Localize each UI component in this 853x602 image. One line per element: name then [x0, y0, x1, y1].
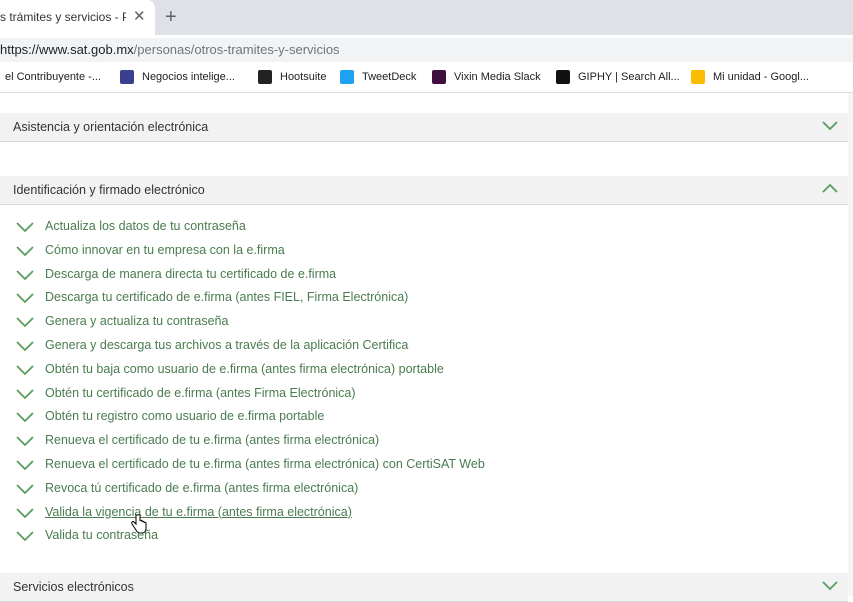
- bookmarks-bar: el Contribuyente -... Negocios intelige..…: [0, 64, 853, 93]
- list-item[interactable]: Actualiza los datos de tu contraseña: [0, 216, 848, 238]
- bookmark-item[interactable]: el Contribuyente -...: [5, 71, 101, 83]
- service-link[interactable]: Renueva el certificado de tu e.firma (an…: [45, 433, 379, 447]
- service-link[interactable]: Obtén tu registro como usuario de e.firm…: [45, 409, 324, 423]
- bookmark-item[interactable]: Mi unidad - Googl...: [713, 71, 809, 83]
- chevron-up-icon[interactable]: [820, 180, 840, 198]
- section-title: Asistencia y orientación electrónica: [13, 120, 209, 134]
- negocios-icon: [120, 70, 134, 84]
- list-item[interactable]: Obtén tu registro como usuario de e.firm…: [0, 406, 848, 428]
- bookmark-item[interactable]: TweetDeck: [362, 71, 416, 83]
- chevron-down-icon: [16, 246, 34, 257]
- list-item[interactable]: Cómo innovar en tu empresa con la e.firm…: [0, 240, 848, 262]
- list-item[interactable]: Valida tu contraseña: [0, 525, 848, 547]
- browser-toolbar: https://www.sat.gob.mx/personas/otros-tr…: [0, 35, 853, 64]
- service-link[interactable]: Cómo innovar en tu empresa con la e.firm…: [45, 243, 285, 257]
- list-item[interactable]: Genera y actualiza tu contraseña: [0, 311, 848, 333]
- chevron-down-icon: [16, 460, 34, 471]
- list-item[interactable]: Obtén tu baja como usuario de e.firma (a…: [0, 359, 848, 381]
- hootsuite-icon: [258, 70, 272, 84]
- chevron-down-icon[interactable]: [820, 117, 840, 135]
- service-link[interactable]: Actualiza los datos de tu contraseña: [45, 219, 246, 233]
- service-link[interactable]: Descarga de manera directa tu certificad…: [45, 267, 336, 281]
- bookmark-item[interactable]: GIPHY | Search All...: [578, 71, 680, 83]
- hand-cursor-icon: [131, 514, 147, 534]
- chevron-down-icon: [16, 293, 34, 304]
- new-tab-icon[interactable]: +: [165, 6, 177, 28]
- browser-tab[interactable]: s trámites y servicios - Po ✕: [0, 0, 155, 35]
- chevron-down-icon: [16, 412, 34, 423]
- list-item[interactable]: Valida la vigencia de tu e.firma (antes …: [0, 502, 848, 524]
- chevron-down-icon: [16, 269, 34, 280]
- address-bar[interactable]: https://www.sat.gob.mx/personas/otros-tr…: [0, 38, 853, 62]
- chevron-down-icon: [16, 317, 34, 328]
- service-link[interactable]: Renueva el certificado de tu e.firma (an…: [45, 457, 485, 471]
- chevron-down-icon: [16, 388, 34, 399]
- section-header-servicios[interactable]: Servicios electrónicos: [0, 573, 848, 602]
- chevron-down-icon: [16, 341, 34, 352]
- section-title: Servicios electrónicos: [13, 580, 134, 594]
- list-item[interactable]: Revoca tú certificado de e.firma (antes …: [0, 478, 848, 500]
- service-link[interactable]: Descarga tu certificado de e.firma (ante…: [45, 290, 408, 304]
- chevron-down-icon: [16, 531, 34, 542]
- drive-icon: [691, 70, 705, 84]
- scrollbar[interactable]: [848, 93, 853, 596]
- list-item[interactable]: Renueva el certificado de tu e.firma (an…: [0, 454, 848, 476]
- tweetdeck-icon: [340, 70, 354, 84]
- service-link[interactable]: Obtén tu baja como usuario de e.firma (a…: [45, 362, 444, 376]
- chevron-down-icon: [16, 436, 34, 447]
- giphy-icon: [556, 70, 570, 84]
- chevron-down-icon: [16, 507, 34, 518]
- url-path: /personas/otros-tramites-y-servicios: [133, 42, 340, 57]
- chevron-down-icon: [16, 484, 34, 495]
- browser-tab-strip: s trámites y servicios - Po ✕ +: [0, 0, 853, 35]
- service-link[interactable]: Genera y actualiza tu contraseña: [45, 314, 228, 328]
- section-title: Identificación y firmado electrónico: [13, 183, 205, 197]
- bookmark-item[interactable]: Negocios intelige...: [142, 71, 235, 83]
- close-icon[interactable]: ✕: [133, 9, 146, 25]
- list-item[interactable]: Genera y descarga tus archivos a través …: [0, 335, 848, 357]
- list-item[interactable]: Renueva el certificado de tu e.firma (an…: [0, 430, 848, 452]
- service-link[interactable]: Obtén tu certificado de e.firma (antes F…: [45, 386, 356, 400]
- service-link[interactable]: Genera y descarga tus archivos a través …: [45, 338, 408, 352]
- chevron-down-icon: [16, 222, 34, 233]
- service-link[interactable]: Revoca tú certificado de e.firma (antes …: [45, 481, 358, 495]
- chevron-down-icon[interactable]: [820, 577, 840, 595]
- list-item[interactable]: Descarga de manera directa tu certificad…: [0, 264, 848, 286]
- section-header-asistencia[interactable]: Asistencia y orientación electrónica: [0, 113, 848, 142]
- list-item[interactable]: Obtén tu certificado de e.firma (antes F…: [0, 383, 848, 405]
- url-host: https://www.sat.gob.mx: [0, 42, 134, 57]
- section-header-identificacion[interactable]: Identificación y firmado electrónico: [0, 176, 848, 205]
- url-text[interactable]: https://www.sat.gob.mx/personas/otros-tr…: [0, 42, 340, 57]
- service-link[interactable]: Valida la vigencia de tu e.firma (antes …: [45, 505, 352, 519]
- chevron-down-icon: [16, 365, 34, 376]
- slack-icon: [432, 70, 446, 84]
- tab-title: s trámites y servicios - Po: [0, 10, 126, 24]
- bookmark-item[interactable]: Hootsuite: [280, 71, 326, 83]
- bookmark-item[interactable]: Vixin Media Slack: [454, 71, 541, 83]
- list-item[interactable]: Descarga tu certificado de e.firma (ante…: [0, 287, 848, 309]
